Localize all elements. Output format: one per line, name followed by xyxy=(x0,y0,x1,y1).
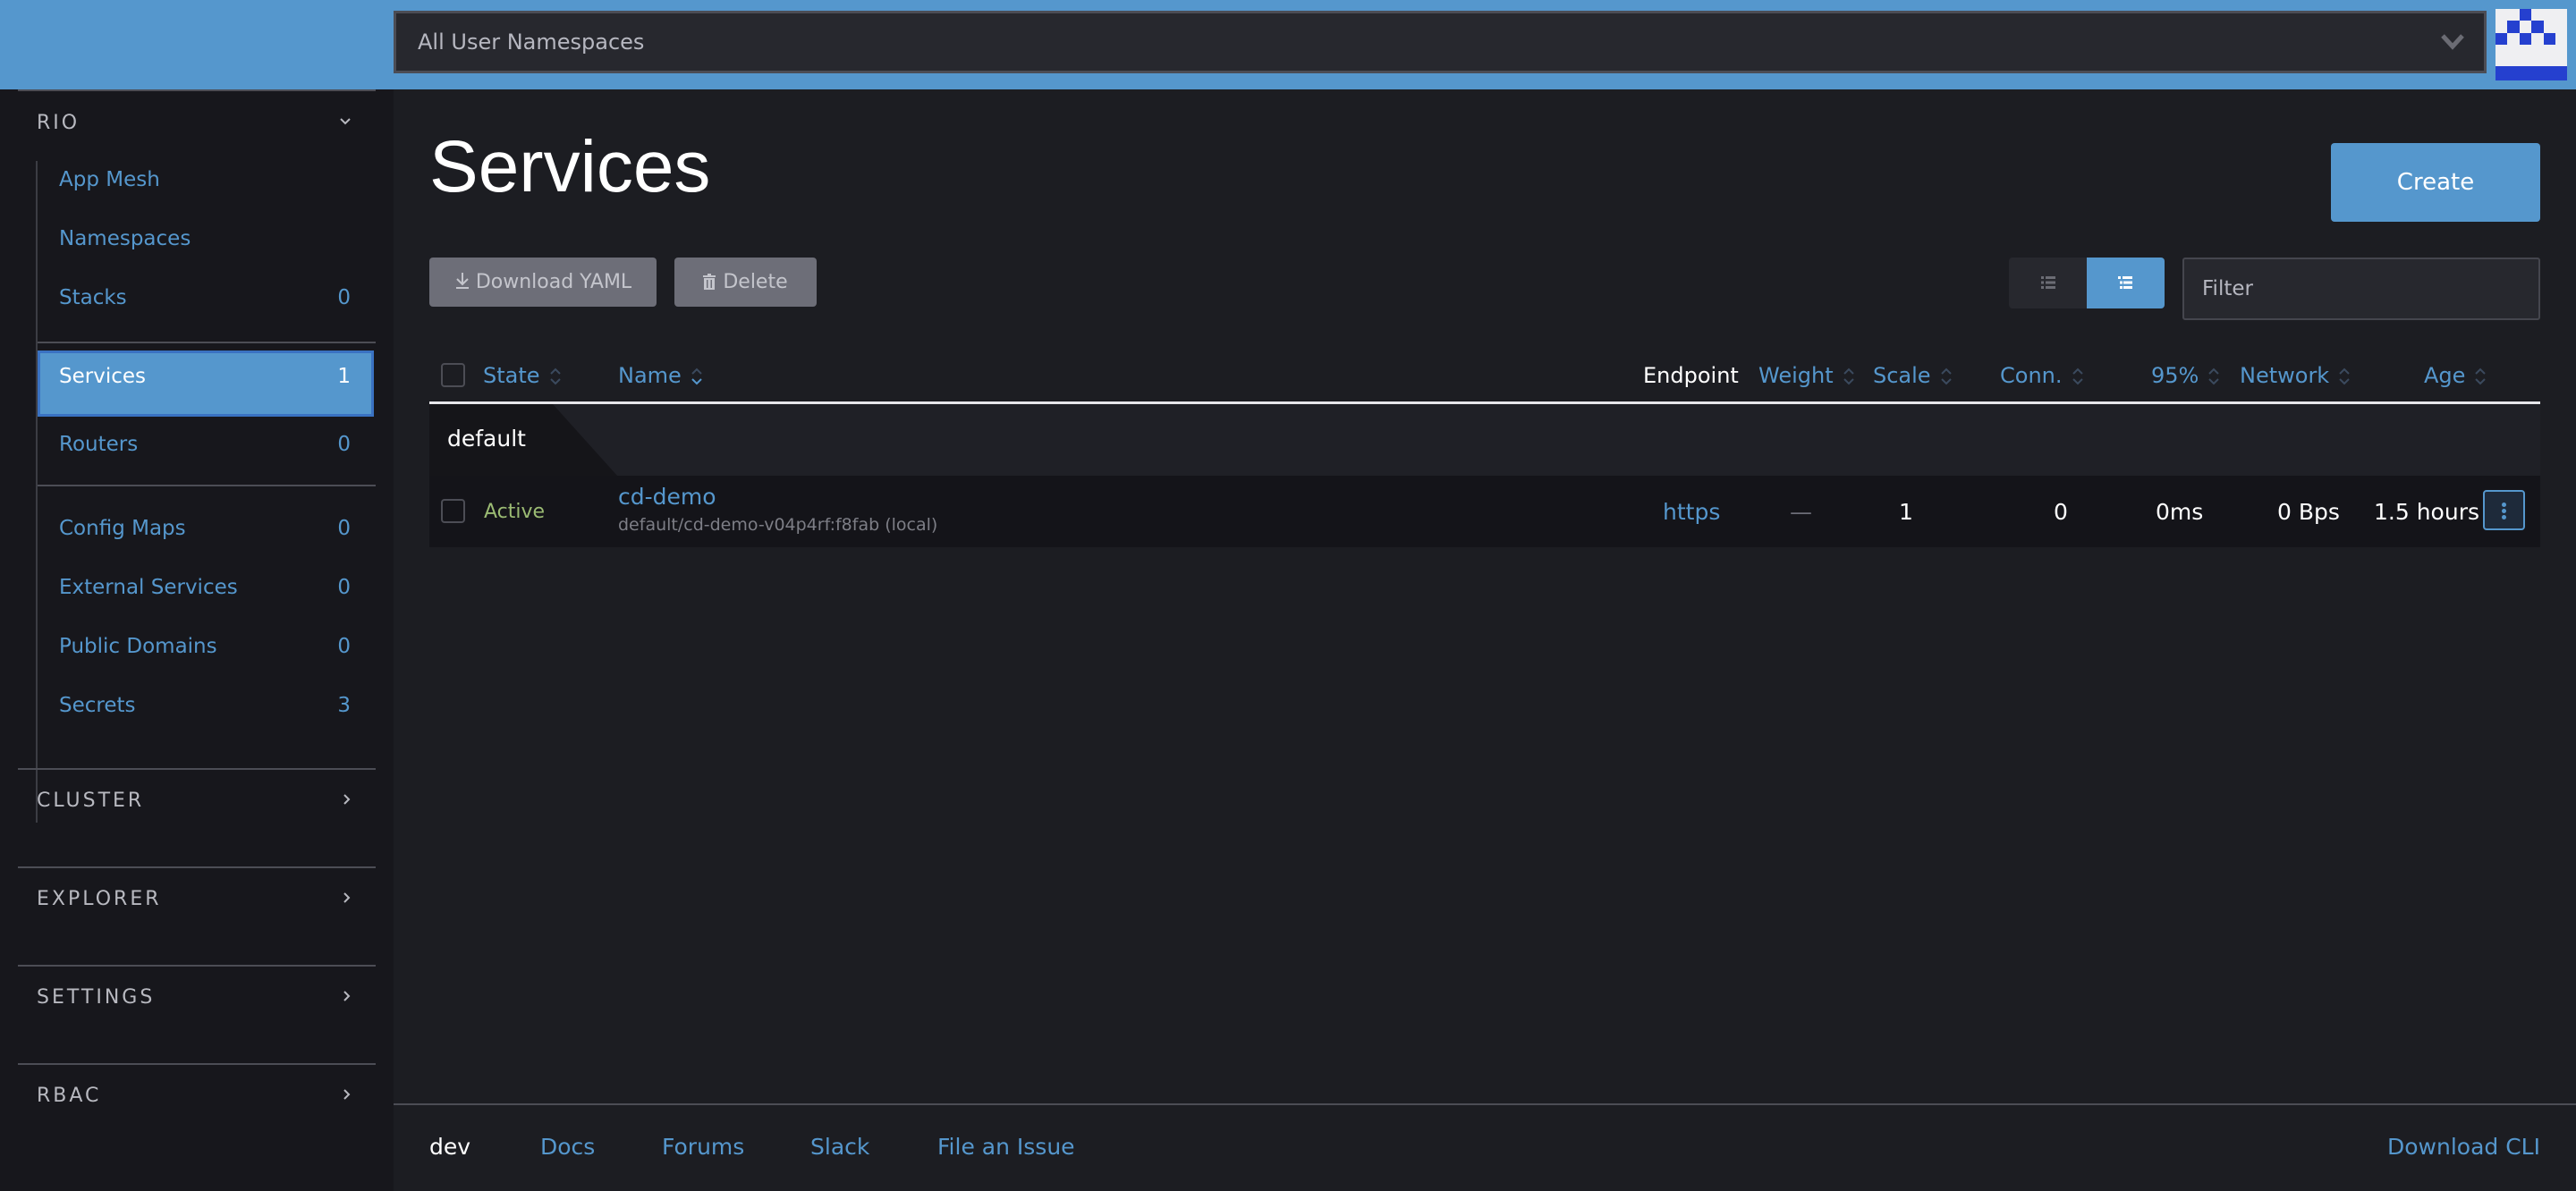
page-title: Services xyxy=(429,126,711,207)
footer-link-file-issue[interactable]: File an Issue xyxy=(937,1134,1075,1160)
download-icon xyxy=(455,273,469,289)
namespace-select-value: All User Namespaces xyxy=(418,30,645,55)
divider xyxy=(38,342,376,343)
sidebar-item-secrets[interactable]: Secrets 3 xyxy=(38,680,374,733)
view-toggle xyxy=(2009,258,2165,308)
row-checkbox[interactable] xyxy=(441,499,465,523)
divider xyxy=(18,768,376,770)
sort-icon xyxy=(1940,367,1952,385)
sidebar-item-app-mesh[interactable]: App Mesh xyxy=(38,154,374,207)
list-icon xyxy=(2041,276,2055,289)
row-actions-button[interactable] xyxy=(2483,490,2525,530)
grouped-list-icon xyxy=(2118,276,2132,289)
user-avatar[interactable] xyxy=(2496,9,2567,80)
column-header-p95[interactable]: 95% xyxy=(2151,363,2220,388)
create-button[interactable]: Create xyxy=(2331,143,2540,222)
count-badge: 0 xyxy=(337,517,351,540)
conn-value: 0 xyxy=(2054,499,2068,525)
namespace-select[interactable]: All User Namespaces xyxy=(394,11,2487,73)
chevron-right-icon[interactable] xyxy=(340,1087,354,1102)
column-header-conn[interactable]: Conn. xyxy=(2000,363,2084,388)
p95-value: 0ms xyxy=(2156,499,2204,525)
table-group-row: default xyxy=(429,404,2540,476)
count-badge: 0 xyxy=(337,433,351,456)
group-name: default xyxy=(447,426,526,452)
service-subtitle: default/cd-demo-v04p4rf:f8fab (local) xyxy=(618,515,938,535)
count-badge: 3 xyxy=(337,694,351,717)
footer-link-slack[interactable]: Slack xyxy=(810,1134,869,1160)
chevron-right-icon[interactable] xyxy=(340,792,354,807)
sidebar-item-external-services[interactable]: External Services 0 xyxy=(38,562,374,615)
count-badge: 0 xyxy=(337,576,351,599)
download-cli-link[interactable]: Download CLI xyxy=(2387,1134,2540,1160)
column-header-network[interactable]: Network xyxy=(2240,363,2351,388)
sidebar-group-cluster[interactable]: CLUSTER xyxy=(37,790,144,812)
sidebar-group-settings[interactable]: SETTINGS xyxy=(37,986,155,1009)
filter-input[interactable] xyxy=(2182,258,2540,320)
kebab-menu-icon xyxy=(2502,503,2506,507)
sidebar-item-public-domains[interactable]: Public Domains 0 xyxy=(38,621,374,674)
trash-icon xyxy=(703,274,716,290)
divider xyxy=(18,866,376,868)
column-header-endpoint: Endpoint xyxy=(1643,363,1739,388)
select-all-checkbox[interactable] xyxy=(441,363,465,387)
age-value: 1.5 hours xyxy=(2374,499,2479,525)
sidebar-item-stacks[interactable]: Stacks 0 xyxy=(38,272,374,325)
divider xyxy=(18,89,376,91)
divider xyxy=(18,965,376,967)
sort-icon xyxy=(2339,367,2350,385)
flat-list-view-button[interactable] xyxy=(2009,258,2087,308)
sidebar-item-namespaces[interactable]: Namespaces xyxy=(38,213,374,266)
sidebar-item-services[interactable]: Services 1 xyxy=(38,351,374,417)
grouped-list-view-button[interactable] xyxy=(2087,258,2165,308)
count-badge: 0 xyxy=(337,286,351,309)
column-header-scale[interactable]: Scale xyxy=(1873,363,1953,388)
divider xyxy=(18,1063,376,1065)
footer-link-forums[interactable]: Forums xyxy=(662,1134,744,1160)
endpoint-link[interactable]: https xyxy=(1663,499,1720,525)
sort-icon xyxy=(2208,367,2220,385)
delete-button[interactable]: Delete xyxy=(674,258,817,307)
service-name-link[interactable]: cd-demo xyxy=(618,484,716,510)
scale-value: 1 xyxy=(1899,499,1913,525)
sidebar-item-routers[interactable]: Routers 0 xyxy=(38,418,374,472)
footer-divider xyxy=(394,1103,2576,1105)
column-header-state[interactable]: State xyxy=(483,363,562,388)
top-header: All User Namespaces xyxy=(0,0,2576,89)
chevron-right-icon[interactable] xyxy=(340,989,354,1003)
sidebar-group-rbac[interactable]: RBAC xyxy=(37,1085,101,1107)
chevron-down-icon xyxy=(2441,34,2464,50)
sidebar-group-rio[interactable]: RIO xyxy=(37,112,80,134)
sort-icon xyxy=(691,367,702,385)
table-row: Active cd-demo default/cd-demo-v04p4rf:f… xyxy=(429,476,2540,547)
weight-value: — xyxy=(1790,499,1812,525)
column-header-weight[interactable]: Weight xyxy=(1758,363,1855,388)
chevron-right-icon[interactable] xyxy=(340,891,354,905)
sidebar-item-config-maps[interactable]: Config Maps 0 xyxy=(38,503,374,556)
sort-icon xyxy=(549,367,561,385)
column-header-age[interactable]: Age xyxy=(2424,363,2487,388)
count-badge: 0 xyxy=(337,635,351,658)
column-header-name[interactable]: Name xyxy=(618,363,703,388)
version-label: dev xyxy=(429,1134,471,1160)
footer-link-docs[interactable]: Docs xyxy=(540,1134,595,1160)
sidebar-group-explorer[interactable]: EXPLORER xyxy=(37,888,162,910)
sort-icon xyxy=(1843,367,1854,385)
download-yaml-button[interactable]: Download YAML xyxy=(429,258,657,307)
sort-icon xyxy=(2475,367,2487,385)
sort-icon xyxy=(2072,367,2083,385)
divider xyxy=(38,485,376,486)
network-value: 0 Bps xyxy=(2277,499,2340,525)
chevron-down-icon[interactable] xyxy=(338,114,352,129)
sidebar: RIO App Mesh Namespaces Stacks 0 Service… xyxy=(0,89,394,1191)
state-badge: Active xyxy=(484,501,546,523)
count-badge: 1 xyxy=(337,365,351,388)
